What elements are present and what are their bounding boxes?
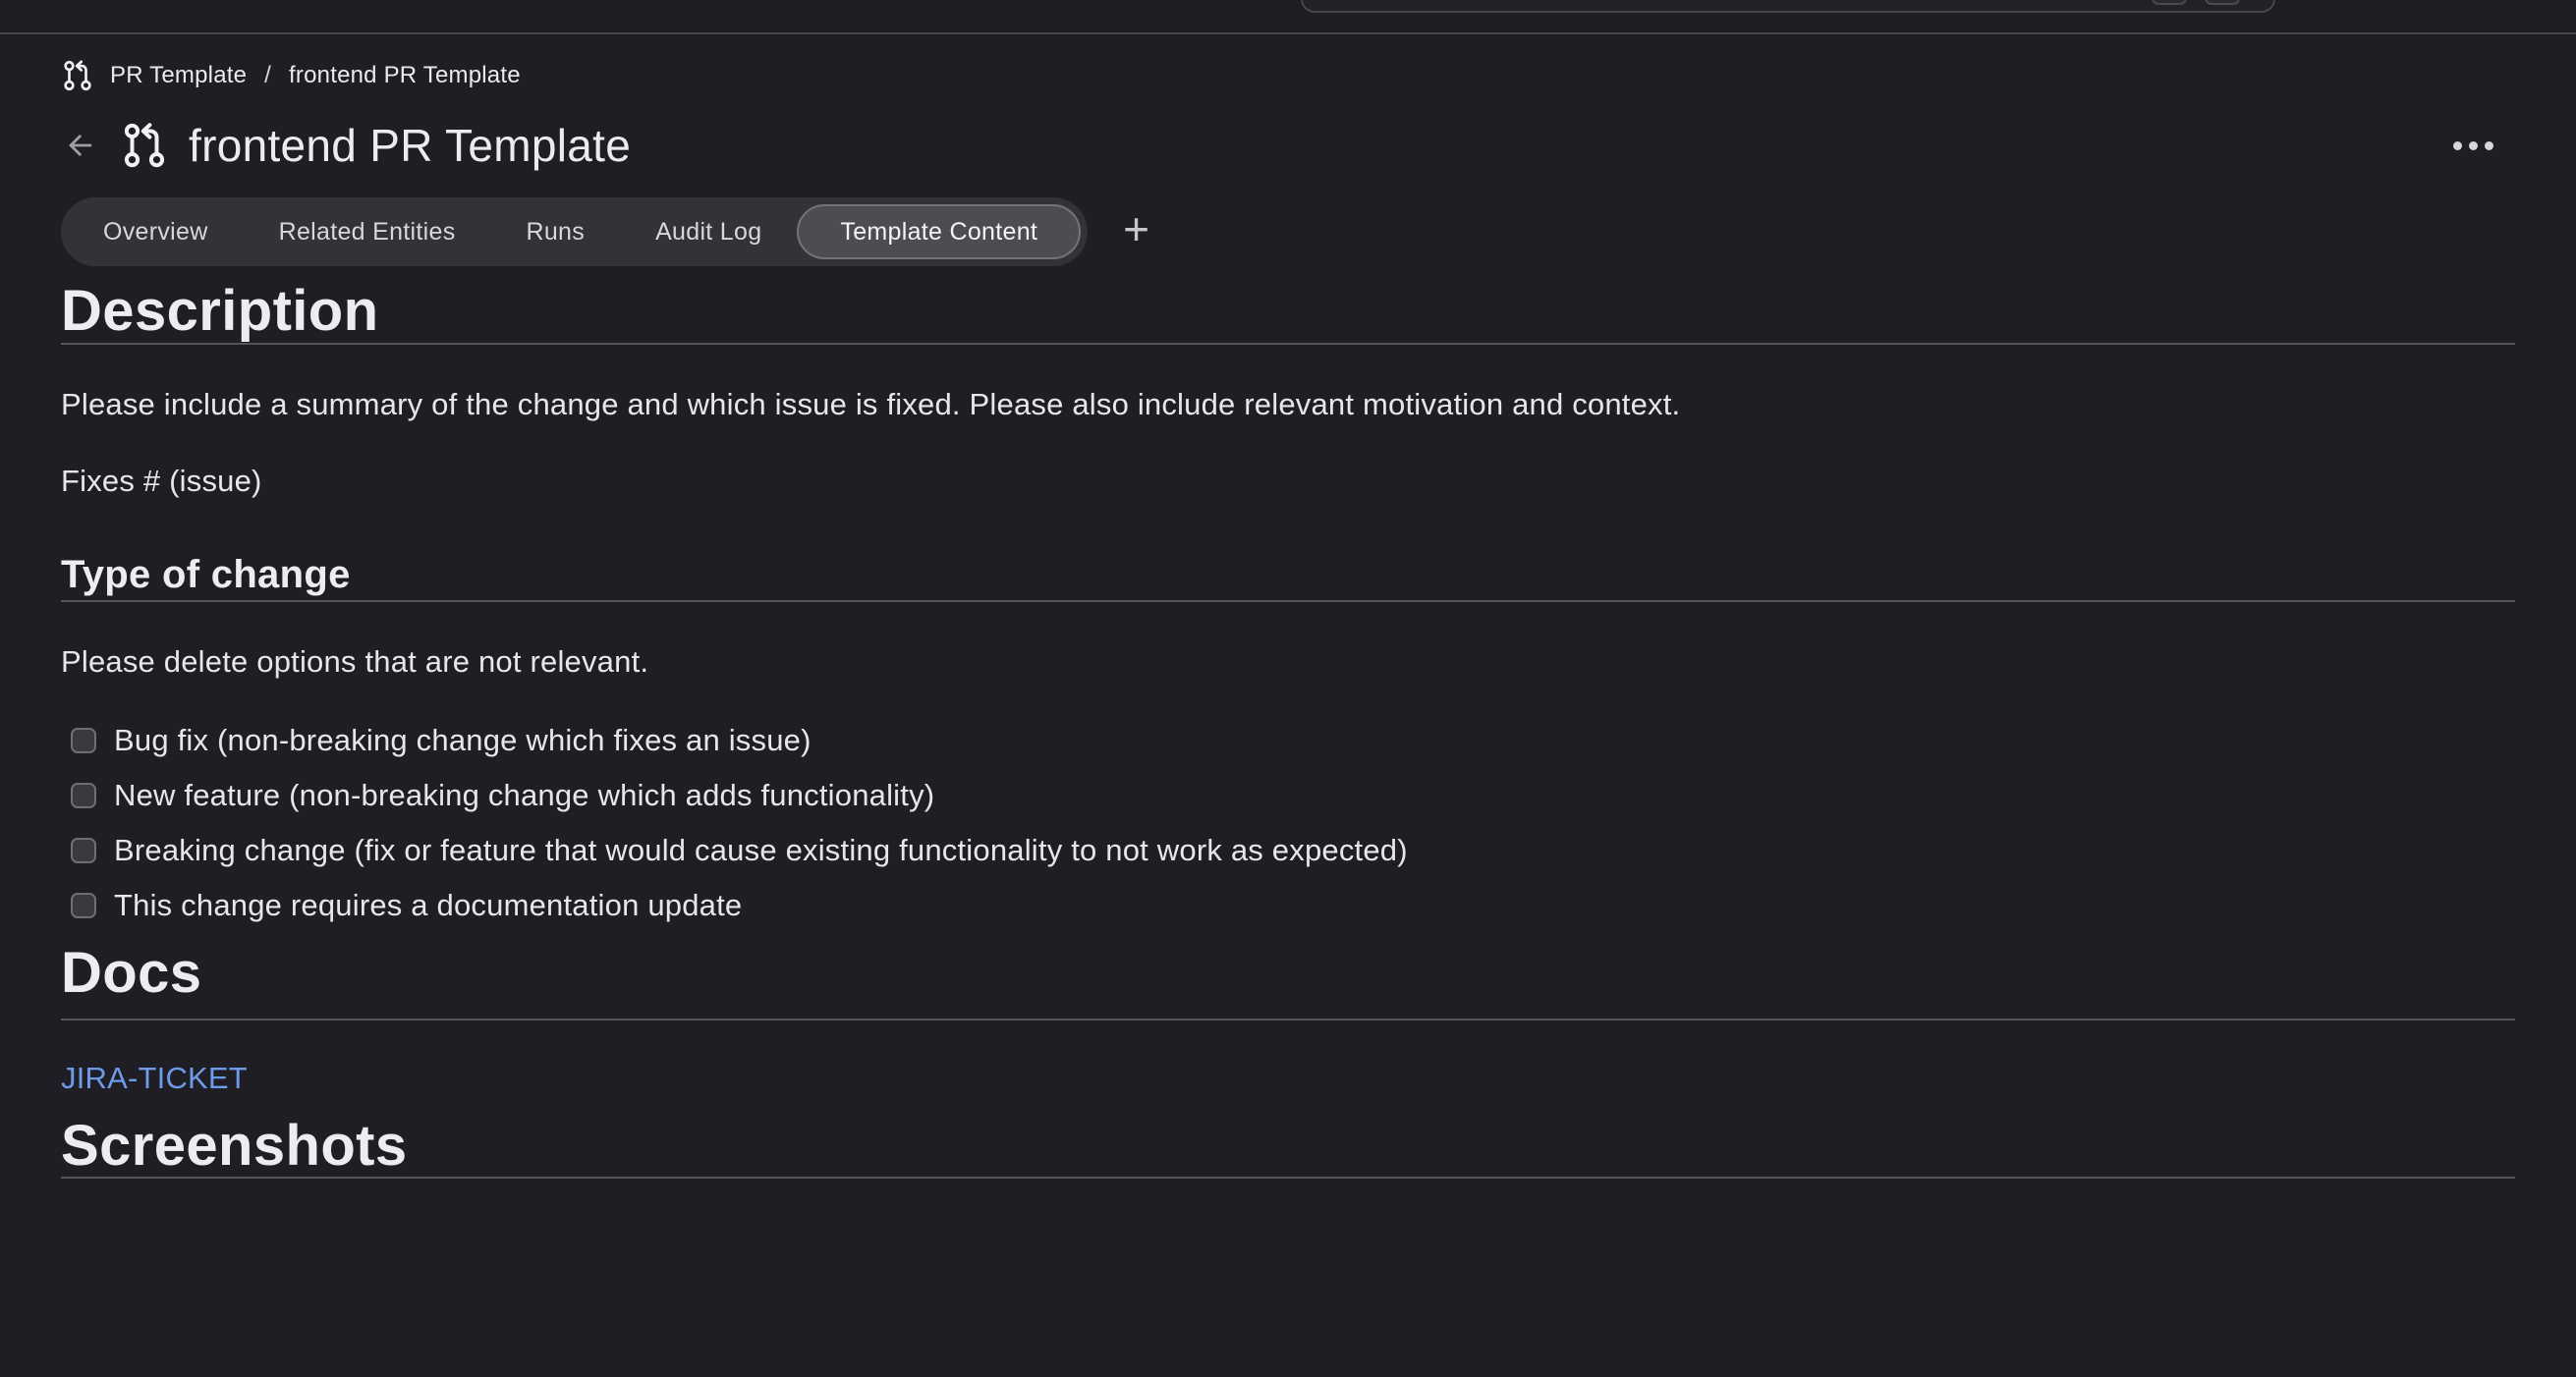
- add-tab-button[interactable]: +: [1117, 206, 1155, 257]
- section-heading-type-of-change: Type of change: [61, 549, 2515, 600]
- tab-bar: Overview Related Entities Runs Audit Log…: [61, 197, 2515, 266]
- page-header: frontend PR Template: [61, 117, 2515, 174]
- section-divider: [61, 343, 2515, 345]
- tab-audit-log[interactable]: Audit Log: [620, 204, 797, 259]
- checkbox-new-feature[interactable]: [71, 783, 96, 808]
- section-type-of-change: Type of change Please delete options tha…: [61, 549, 2515, 928]
- jira-ticket-link[interactable]: JIRA-TICKET: [61, 1056, 248, 1101]
- section-heading-screenshots: Screenshots: [61, 1115, 2515, 1178]
- list-item: Bug fix (non-breaking change which fixes…: [61, 718, 2515, 763]
- checkbox-label: Bug fix (non-breaking change which fixes…: [114, 723, 812, 758]
- page-title: frontend PR Template: [189, 119, 631, 172]
- back-button[interactable]: [61, 126, 100, 165]
- checkbox-label: This change requires a documentation upd…: [114, 888, 742, 923]
- ellipsis-icon: [2453, 141, 2462, 150]
- checkbox-bug-fix[interactable]: [71, 728, 96, 753]
- main-content: PR Template / frontend PR Template front…: [0, 54, 2576, 1179]
- keyboard-shortcut-badge: [2205, 0, 2240, 5]
- section-description: Description Please include a summary of …: [61, 280, 2515, 504]
- breadcrumb-item-frontend-pr-template[interactable]: frontend PR Template: [289, 62, 521, 89]
- ellipsis-icon: [2485, 141, 2493, 150]
- more-actions-button[interactable]: [2445, 130, 2501, 162]
- tab-list: Overview Related Entities Runs Audit Log…: [61, 197, 1088, 266]
- checkbox-docs-update[interactable]: [71, 893, 96, 918]
- global-search-input[interactable]: [1301, 0, 2275, 13]
- top-bar: [0, 0, 2576, 34]
- checkbox-label: New feature (non-breaking change which a…: [114, 778, 934, 813]
- checkbox-breaking-change[interactable]: [71, 838, 96, 863]
- breadcrumb: PR Template / frontend PR Template: [61, 54, 2515, 97]
- tab-runs[interactable]: Runs: [491, 204, 621, 259]
- ellipsis-icon: [2469, 141, 2478, 150]
- section-divider: [61, 1019, 2515, 1020]
- type-of-change-intro: Please delete options that are not relev…: [61, 639, 2515, 685]
- section-heading-docs: Docs: [61, 942, 2515, 1005]
- arrow-left-icon: [64, 129, 97, 162]
- section-divider: [61, 1177, 2515, 1179]
- breadcrumb-separator: /: [262, 62, 273, 89]
- list-item: This change requires a documentation upd…: [61, 883, 2515, 928]
- change-type-checklist: Bug fix (non-breaking change which fixes…: [61, 718, 2515, 928]
- fixes-line: Fixes # (issue): [61, 459, 2515, 504]
- keyboard-shortcut-badge: [2152, 0, 2187, 5]
- section-divider: [61, 600, 2515, 602]
- tab-related-entities[interactable]: Related Entities: [244, 204, 491, 259]
- list-item: Breaking change (fix or feature that wou…: [61, 828, 2515, 873]
- breadcrumb-item-pr-template[interactable]: PR Template: [110, 62, 247, 89]
- git-pull-request-icon: [61, 57, 94, 94]
- description-paragraph: Please include a summary of the change a…: [61, 382, 2515, 427]
- section-screenshots: Screenshots: [61, 1115, 2515, 1180]
- git-pull-request-icon: [120, 119, 169, 172]
- section-heading-description: Description: [61, 280, 2515, 343]
- tab-overview[interactable]: Overview: [68, 204, 244, 259]
- tab-template-content[interactable]: Template Content: [797, 204, 1081, 259]
- checkbox-label: Breaking change (fix or feature that wou…: [114, 833, 1408, 868]
- section-docs: Docs JIRA-TICKET: [61, 942, 2515, 1101]
- list-item: New feature (non-breaking change which a…: [61, 773, 2515, 818]
